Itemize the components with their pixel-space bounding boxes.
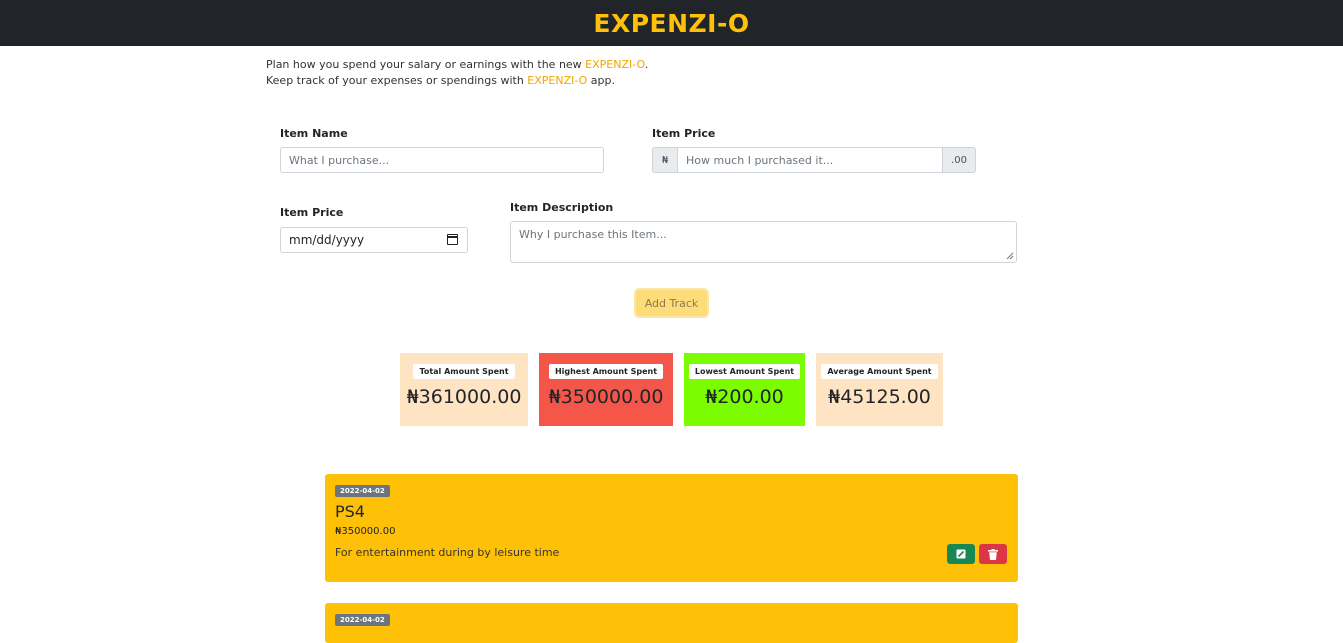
stat-total: Total Amount Spent ₦361000.00 xyxy=(400,353,528,426)
date-label: Item Price xyxy=(280,206,344,219)
decimal-addon: .00 xyxy=(942,147,976,173)
edit-button[interactable] xyxy=(947,544,975,564)
stat-average-value: ₦45125.00 xyxy=(828,386,931,408)
edit-icon xyxy=(956,549,966,559)
stat-total-value: ₦361000.00 xyxy=(406,386,522,408)
intro-brand-2: EXPENZI-O xyxy=(527,74,588,87)
expense-card: 2022-04-02 xyxy=(325,603,1018,643)
stat-total-title: Total Amount Spent xyxy=(413,364,515,379)
expense-card: 2022-04-02 PS4 ₦350000.00 For entertainm… xyxy=(325,474,1018,582)
intro-line-1: Plan how you spend your salary or earnin… xyxy=(266,58,649,71)
intro-brand-1: EXPENZI-O xyxy=(585,58,645,71)
stat-average-title: Average Amount Spent xyxy=(821,364,938,379)
intro-line-2: Keep track of your expenses or spendings… xyxy=(266,74,616,87)
expense-price: ₦350000.00 xyxy=(335,526,396,537)
item-price-label: Item Price xyxy=(652,127,716,140)
stat-lowest: Lowest Amount Spent ₦200.00 xyxy=(684,353,805,426)
stat-lowest-title: Lowest Amount Spent xyxy=(688,364,801,379)
item-name-placeholder: What I purchase... xyxy=(289,153,390,167)
date-input[interactable]: mm/dd/yyyy xyxy=(280,227,468,253)
stat-lowest-value: ₦200.00 xyxy=(705,386,784,408)
item-name-label: Item Name xyxy=(280,127,348,140)
date-placeholder: mm/dd/yyyy xyxy=(289,233,365,247)
stat-highest-title: Highest Amount Spent xyxy=(548,364,664,379)
add-track-button[interactable]: Add Track xyxy=(634,288,709,318)
expense-description: For entertainment during by leisure time xyxy=(335,546,560,559)
stat-highest: Highest Amount Spent ₦350000.00 xyxy=(539,353,673,426)
delete-button[interactable] xyxy=(979,544,1007,564)
resize-handle-icon[interactable] xyxy=(1006,252,1014,260)
item-price-input[interactable]: How much I purchased it... xyxy=(677,147,943,173)
calendar-icon[interactable] xyxy=(447,234,458,245)
stat-average: Average Amount Spent ₦45125.00 xyxy=(816,353,943,426)
currency-addon: ₦ xyxy=(652,147,678,173)
brand-title[interactable]: EXPENZI-O xyxy=(593,9,749,38)
date-badge: 2022-04-02 xyxy=(335,614,390,626)
stat-highest-value: ₦350000.00 xyxy=(548,386,664,408)
description-textarea[interactable]: Why I purchase this Item... xyxy=(510,221,1017,263)
item-name-input[interactable]: What I purchase... xyxy=(280,147,604,173)
expense-name: PS4 xyxy=(335,502,365,521)
description-label: Item Description xyxy=(510,201,614,214)
navbar: EXPENZI-O xyxy=(0,0,1343,46)
item-price-placeholder: How much I purchased it... xyxy=(686,153,834,167)
description-placeholder: Why I purchase this Item... xyxy=(519,228,667,241)
trash-icon xyxy=(988,548,998,560)
date-badge: 2022-04-02 xyxy=(335,485,390,497)
intro-text: Plan how you spend your salary or earnin… xyxy=(266,57,648,89)
